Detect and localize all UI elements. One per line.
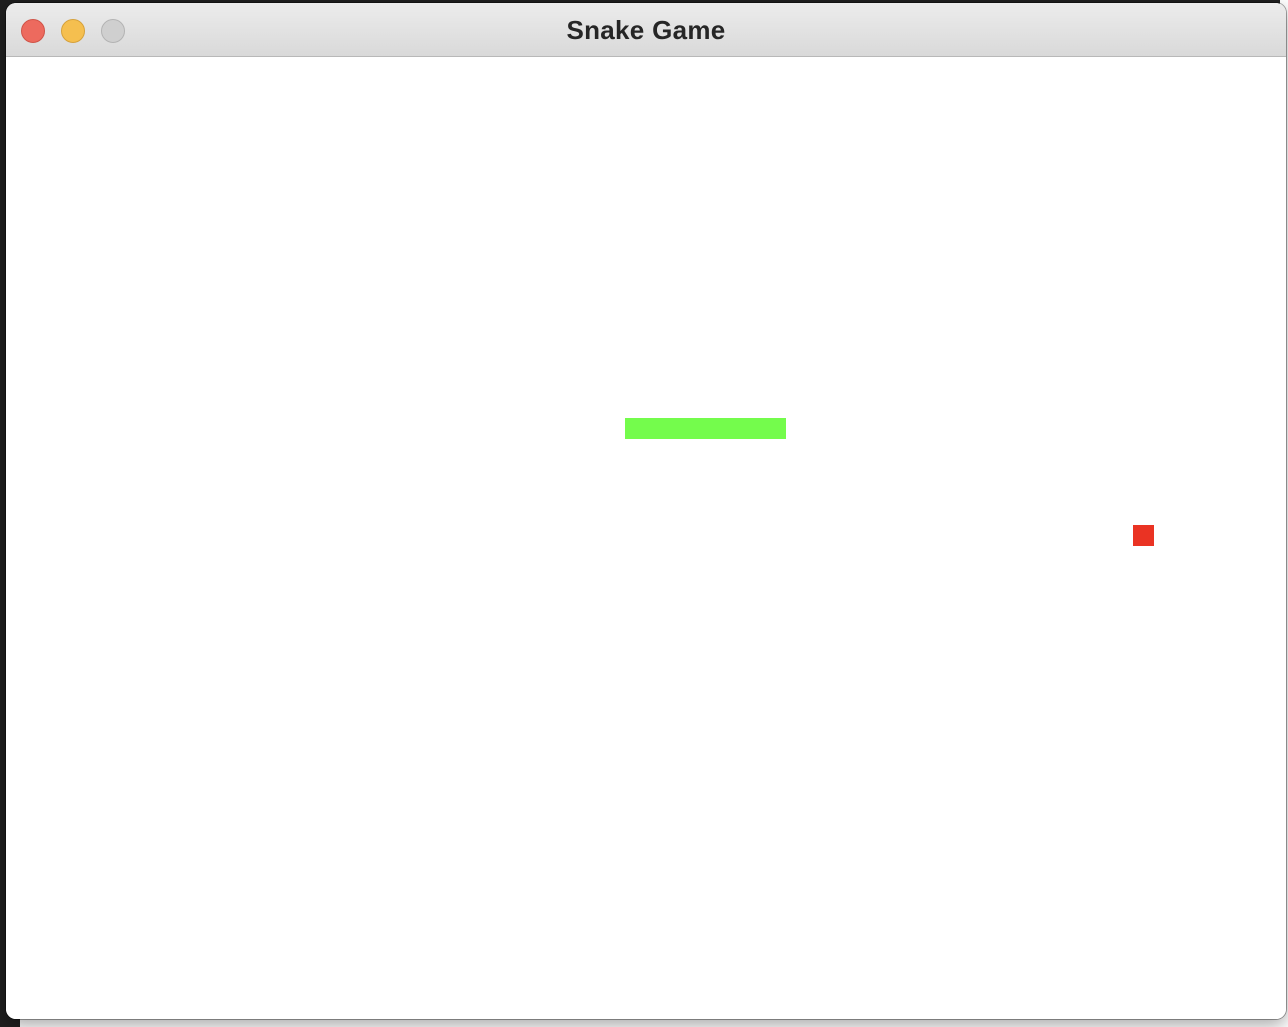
food-item <box>1133 525 1154 546</box>
game-board[interactable] <box>6 57 1286 1019</box>
title-bar[interactable]: Snake Game <box>6 3 1286 57</box>
snake-body <box>625 418 786 439</box>
game-window: Snake Game <box>6 3 1286 1019</box>
window-title: Snake Game <box>566 15 726 45</box>
